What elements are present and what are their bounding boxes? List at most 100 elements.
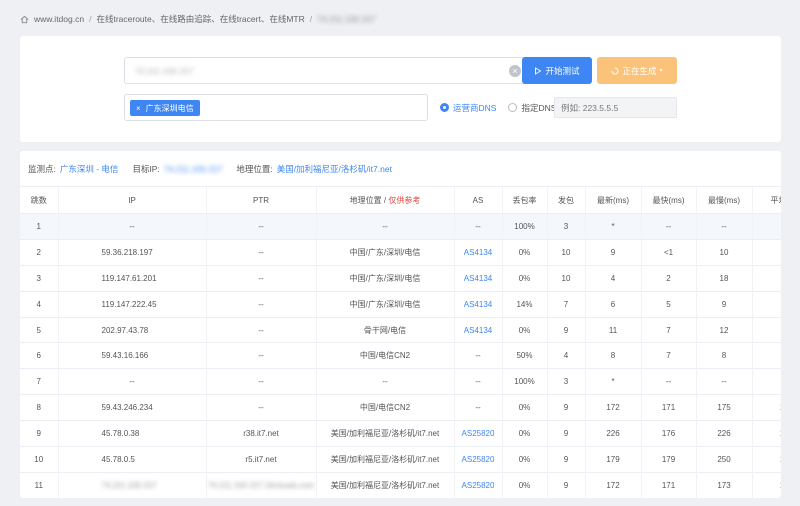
cell-sent: 9 (547, 394, 586, 421)
node-tag: × 广东深圳电信 (130, 100, 200, 116)
cell-best: 176 (641, 420, 697, 447)
node-select[interactable]: × 广东深圳电信 (124, 94, 428, 121)
dns-options: 运营商DNS 指定DNS: (428, 94, 559, 121)
radio-isp-dns[interactable] (440, 103, 449, 112)
cell-ip: 119.147.61.201 (58, 264, 207, 292)
cell-avg: -- (752, 213, 781, 240)
cell-worst: 18 (696, 264, 753, 292)
cell-ip: 59.43.16.166 (58, 342, 207, 369)
cell-avg: 190 (752, 446, 781, 473)
cell-as[interactable]: AS4134 (454, 264, 503, 292)
breadcrumb-section[interactable]: 在线traceroute、在线路由追踪、在线tracert、在线MTR (96, 13, 304, 25)
cell-ptr: -- (206, 238, 317, 266)
cell-sent: 9 (547, 471, 586, 498)
cell-as[interactable]: AS4134 (454, 290, 503, 318)
cell-as[interactable]: AS25820 (454, 420, 503, 447)
cell-worst: 173 (696, 471, 753, 498)
cell-ptr: -- (206, 368, 317, 395)
location-value[interactable]: 美国/加利福尼亚/洛杉矶/it7.net (277, 163, 392, 175)
breadcrumb-target: 74.211.100.157 (317, 14, 376, 24)
cell-hop: 1 (20, 213, 59, 240)
target-input-value: 74.211.100.157 (135, 65, 194, 76)
radio-custom-dns[interactable] (508, 103, 518, 112)
cell-ip: 74.211.100.157 (58, 471, 207, 498)
cell-as[interactable]: AS25820 (454, 471, 503, 498)
radio-isp-dns-label[interactable]: 运营商DNS (453, 102, 496, 114)
custom-dns-placeholder: 例如: 223.5.5.5 (561, 102, 619, 113)
cell-ptr: r5.it7.net (206, 446, 317, 473)
cell-geo: -- (316, 368, 455, 395)
cell-sent: 4 (547, 342, 586, 369)
col-avg: 平均(ms) (752, 186, 781, 214)
node-label: 监测点: (28, 164, 56, 174)
cell-best: 179 (641, 446, 697, 473)
cell-as: -- (454, 213, 503, 240)
home-icon (20, 15, 29, 23)
cell-ip: 59.36.218.197 (58, 238, 207, 266)
table-row: 10 45.78.0.5 r5.it7.net 美国/加利福尼亚/洛杉矶/it7.ne… (20, 446, 781, 473)
location-label: 地理位置: (236, 164, 273, 174)
cell-loss: 100% (502, 213, 548, 240)
cell-ip: 45.78.0.5 (58, 446, 207, 473)
cell-last: 172 (585, 471, 642, 498)
ip-value: 74.211.100.157 (163, 164, 223, 174)
cell-ptr: -- (206, 213, 317, 240)
cell-loss: 50% (502, 342, 548, 369)
cell-last: 179 (585, 446, 642, 473)
start-test-label: 开始测试 (545, 65, 580, 76)
cell-worst: 250 (696, 446, 753, 473)
target-input[interactable]: 74.211.100.157 × (124, 57, 530, 84)
cell-ptr: -- (206, 342, 317, 369)
cell-hop: 4 (20, 290, 59, 318)
table-row: 9 45.78.0.38 r38.it7.net 美国/加利福尼亚/洛杉矶/it7.n… (20, 420, 781, 447)
cell-as[interactable]: AS4134 (454, 238, 503, 266)
generating-label: 正在生成 (622, 65, 657, 76)
col-as: AS (454, 186, 503, 214)
cell-avg: 6 (752, 290, 781, 318)
cell-sent: 9 (547, 316, 586, 343)
table-row: 3 119.147.61.201 -- 中国/广东/深圳/电信 AS4134 0% 10 4 2… (20, 264, 781, 292)
loading-spinner-icon (611, 67, 619, 74)
cell-ptr: 74.211.100.157.16clouds.com (206, 471, 317, 498)
cell-last: * (585, 368, 642, 395)
clear-icon[interactable]: × (509, 65, 521, 77)
breadcrumb-home[interactable]: www.itdog.cn (34, 14, 84, 24)
cell-last: 9 (585, 238, 642, 266)
results-card: 监测点: 广东深圳 - 电信 目标IP: 74.211.100.157 地理位置… (20, 151, 781, 498)
cell-as: -- (454, 342, 503, 369)
col-hop: 跳数 (20, 186, 59, 214)
cell-geo: 中国/广东/深圳/电信 (316, 264, 455, 292)
cell-ptr: r38.it7.net (206, 420, 317, 447)
tag-close-icon[interactable]: × (136, 104, 141, 113)
col-sent: 发包 (547, 186, 586, 214)
cell-worst: 12 (696, 316, 753, 343)
breadcrumb: www.itdog.cn / 在线traceroute、在线路由追踪、在线tra… (20, 12, 376, 26)
cell-hop: 2 (20, 238, 59, 266)
cell-worst: 175 (696, 394, 753, 421)
cell-best: 171 (641, 394, 697, 421)
cell-last: 11 (585, 316, 642, 343)
cell-geo: 中国/电信CN2 (316, 342, 455, 369)
cell-as: -- (454, 394, 503, 421)
generating-button[interactable]: 正在生成 ▾ (597, 57, 677, 84)
test-form-card: 74.211.100.157 × 开始测试 正在生成 ▾ × 广东深圳电信 运营… (20, 36, 781, 142)
cell-geo: 中国/电信CN2 (316, 394, 455, 421)
cell-last: 226 (585, 420, 642, 447)
cell-ip: 45.78.0.38 (58, 420, 207, 447)
cell-sent: 10 (547, 264, 586, 292)
cell-loss: 0% (502, 446, 548, 473)
cell-last: 172 (585, 394, 642, 421)
breadcrumb-separator: / (309, 14, 313, 24)
start-test-button[interactable]: 开始测试 (522, 57, 592, 84)
cell-geo: 骨干网/电信 (316, 316, 455, 343)
cell-ptr: -- (206, 394, 317, 421)
cell-geo: 中国/广东/深圳/电信 (316, 238, 455, 266)
cell-avg: 5 (752, 264, 781, 292)
cell-avg: -- (752, 368, 781, 395)
cell-last: 6 (585, 290, 642, 318)
cell-as[interactable]: AS25820 (454, 446, 503, 473)
cell-ip: -- (58, 368, 207, 395)
cell-best: <1 (641, 238, 697, 266)
cell-as[interactable]: AS4134 (454, 316, 503, 343)
custom-dns-input[interactable]: 例如: 223.5.5.5 (554, 97, 677, 118)
